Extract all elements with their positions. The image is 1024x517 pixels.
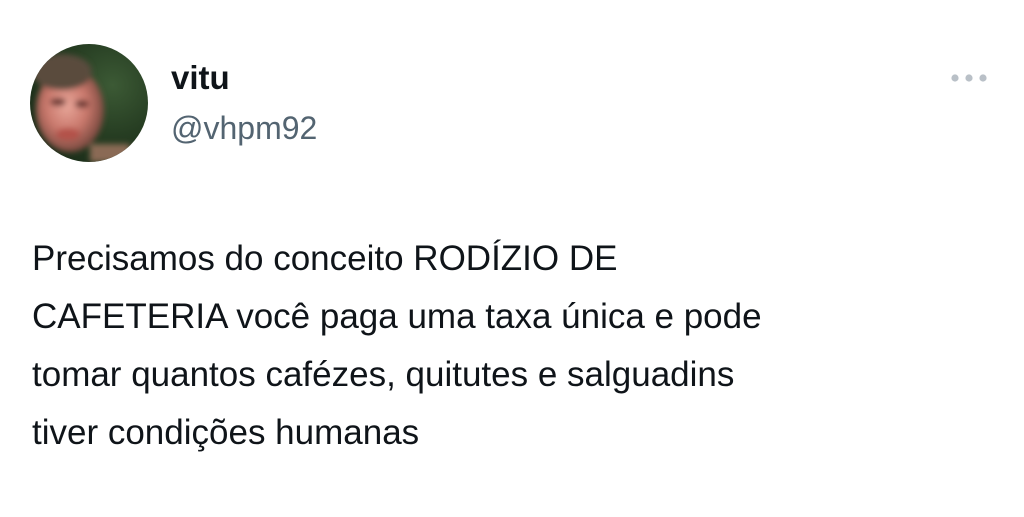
more-dots-icon — [951, 74, 987, 82]
tweet-card: vitu @vhpm92 Precisamos do conceito RODÍ… — [0, 0, 1024, 517]
more-options-icon[interactable] — [944, 64, 994, 92]
profile-photo-icon — [32, 54, 130, 162]
tweet-text: Precisamos do conceito RODÍZIO DE CAFETE… — [32, 239, 762, 452]
author-handle[interactable]: @vhpm92 — [171, 108, 317, 148]
author-display-name[interactable]: vitu — [171, 58, 230, 98]
avatar[interactable] — [30, 44, 148, 162]
